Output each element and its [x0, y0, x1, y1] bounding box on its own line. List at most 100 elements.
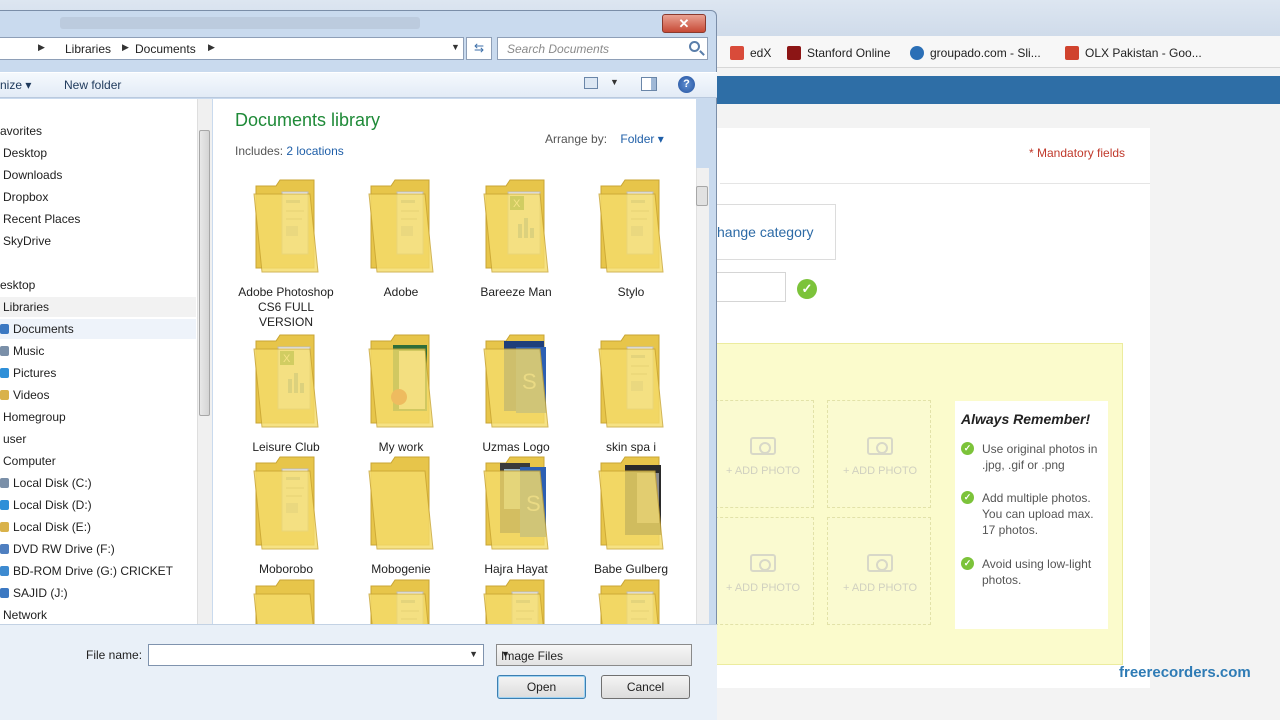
chevron-down-icon[interactable]: ▼	[469, 649, 478, 659]
add-photo-slot[interactable]: + ADD PHOTO	[710, 517, 814, 625]
refresh-button[interactable]: ⇆	[466, 37, 492, 60]
check-icon: ✓	[961, 557, 974, 570]
nav-item-pictures[interactable]: Pictures	[0, 363, 196, 383]
stanford-icon	[787, 46, 801, 60]
nav-item-local-disk-c[interactable]: Local Disk (C:)	[0, 473, 196, 493]
file-name-input[interactable]: ▼	[148, 644, 484, 666]
cancel-button[interactable]: Cancel	[601, 675, 690, 699]
chevron-down-icon[interactable]: ▼	[451, 42, 460, 52]
chevron-down-icon[interactable]: ▼	[610, 77, 619, 87]
view-options-icon[interactable]	[584, 77, 598, 89]
mandatory-fields-note: * Mandatory fields	[1029, 146, 1126, 160]
add-photo-slot[interactable]: + ADD PHOTO	[827, 400, 931, 508]
nav-item-avorites[interactable]: avorites	[0, 121, 196, 141]
folder-name: Adobe Photoshop CS6 FULL VERSION	[238, 285, 334, 329]
nav-item-label: avorites	[0, 124, 43, 138]
nav-item-local-disk-e[interactable]: Local Disk (E:)	[0, 517, 196, 537]
nav-item-videos[interactable]: Videos	[0, 385, 196, 405]
bookmark-groupado[interactable]: groupado.com - Sli...	[910, 44, 1041, 62]
address-bar[interactable]: ▶ Libraries ▶ Documents ▶ ▼	[0, 37, 464, 60]
library-includes: Includes: 2 locations	[235, 144, 344, 158]
nav-item-label: Downloads	[3, 168, 63, 182]
folder-icon	[367, 453, 435, 553]
nav-item-computer[interactable]: Computer	[0, 451, 196, 471]
folder-icon	[367, 176, 435, 276]
add-photo-label: + ADD PHOTO	[842, 582, 918, 594]
help-icon[interactable]: ?	[678, 76, 695, 93]
nav-item-user[interactable]: user	[0, 429, 196, 449]
bookmark-label: OLX Pakistan - Goo...	[1085, 46, 1202, 60]
nav-item-local-disk-d[interactable]: Local Disk (D:)	[0, 495, 196, 515]
disk-icon	[0, 500, 9, 510]
breadcrumb-documents[interactable]: Documents	[135, 42, 196, 56]
nav-item-dropbox[interactable]: Dropbox	[0, 187, 196, 207]
nav-item-sajid-j[interactable]: SAJID (J:)	[0, 583, 196, 603]
nav-item-label: DVD RW Drive (F:)	[13, 542, 115, 556]
search-icon[interactable]	[689, 41, 700, 52]
search-input[interactable]: Search Documents	[497, 37, 708, 60]
nav-item-homegroup[interactable]: Homegroup	[0, 407, 196, 427]
tip-text: Avoid using low-light photos.	[982, 557, 1092, 587]
camera-icon	[750, 554, 776, 572]
nav-item-label: BD-ROM Drive (G:) CRICKET	[13, 564, 173, 578]
dvd-icon	[0, 544, 9, 554]
folder-icon	[597, 331, 665, 431]
close-button[interactable]: ✕	[662, 14, 706, 33]
change-category-button[interactable]: hange category	[700, 204, 836, 260]
file-type-select[interactable]: Image Files ▼	[496, 644, 692, 666]
nav-scrollbar-thumb[interactable]	[199, 130, 210, 416]
nav-item-downloads[interactable]: Downloads	[0, 165, 196, 185]
check-icon: ✓	[961, 442, 974, 455]
camera-icon	[867, 554, 893, 572]
always-remember-title: Always Remember!	[961, 411, 1091, 427]
nav-item-esktop[interactable]: esktop	[0, 275, 196, 295]
arrange-by-dropdown[interactable]: Folder ▾	[620, 132, 663, 146]
nav-item-documents[interactable]: Documents	[0, 319, 196, 339]
preview-pane-icon[interactable]	[641, 77, 657, 91]
open-button[interactable]: Open	[497, 675, 586, 699]
disk-icon	[0, 478, 9, 488]
folder-name: Mobogenie	[371, 562, 431, 576]
folder-name: Adobe	[383, 285, 419, 299]
add-photo-slot[interactable]: + ADD PHOTO	[827, 517, 931, 625]
folder-icon: S	[482, 453, 550, 553]
dialog-title-bar	[60, 17, 420, 29]
breadcrumb-libraries[interactable]: Libraries	[65, 42, 111, 56]
folder-icon	[597, 453, 665, 553]
folder-icon: X	[482, 176, 550, 276]
folder-icon	[252, 176, 320, 276]
nav-item-dvd-rw-drive-f[interactable]: DVD RW Drive (F:)	[0, 539, 196, 559]
change-category-label: hange category	[717, 224, 814, 240]
new-folder-button[interactable]: New folder	[64, 78, 121, 92]
navigation-pane: avorites Desktop Downloads Dropbox Recent Pl…	[0, 99, 212, 624]
add-photo-label: + ADD PHOTO	[725, 582, 801, 594]
nav-item-libraries[interactable]: Libraries	[0, 297, 196, 317]
add-photo-slot[interactable]: + ADD PHOTO	[710, 400, 814, 508]
content-scrollbar[interactable]	[696, 168, 709, 630]
nav-item-music[interactable]: Music	[0, 341, 196, 361]
nav-item-label: Network	[3, 608, 48, 622]
bookmark-edx[interactable]: edX	[730, 44, 771, 62]
locations-link[interactable]: 2 locations	[286, 144, 343, 158]
bookmark-stanford-online[interactable]: Stanford Online	[787, 44, 890, 62]
nav-item-bd-rom-drive-g-cricket[interactable]: BD-ROM Drive (G:) CRICKET	[0, 561, 196, 581]
olx-icon	[1065, 46, 1079, 60]
nav-item-desktop[interactable]: Desktop	[0, 143, 196, 163]
bookmark-olx[interactable]: OLX Pakistan - Goo...	[1065, 44, 1202, 62]
content-scrollbar-thumb[interactable]	[696, 186, 708, 206]
organize-menu[interactable]: nize ▾	[0, 78, 31, 92]
bookmark-label: groupado.com - Sli...	[930, 46, 1041, 60]
nav-item-label: Libraries	[3, 300, 50, 314]
dialog-footer	[0, 624, 717, 720]
nav-item-recent-places[interactable]: Recent Places	[0, 209, 196, 229]
nav-item-label: Music	[13, 344, 45, 358]
folder-icon	[482, 576, 550, 624]
nav-item-label: Local Disk (C:)	[13, 476, 92, 490]
folder-icon: S	[482, 331, 550, 431]
folder-name: Stylo	[617, 285, 645, 299]
nav-item-skydrive[interactable]: SkyDrive	[0, 231, 196, 251]
file-list: Documents library Includes: 2 locations …	[213, 99, 696, 624]
breadcrumb-arrow-icon: ▶	[208, 42, 215, 52]
nav-item-label: user	[3, 432, 27, 446]
nav-item-network[interactable]: Network	[0, 605, 196, 624]
